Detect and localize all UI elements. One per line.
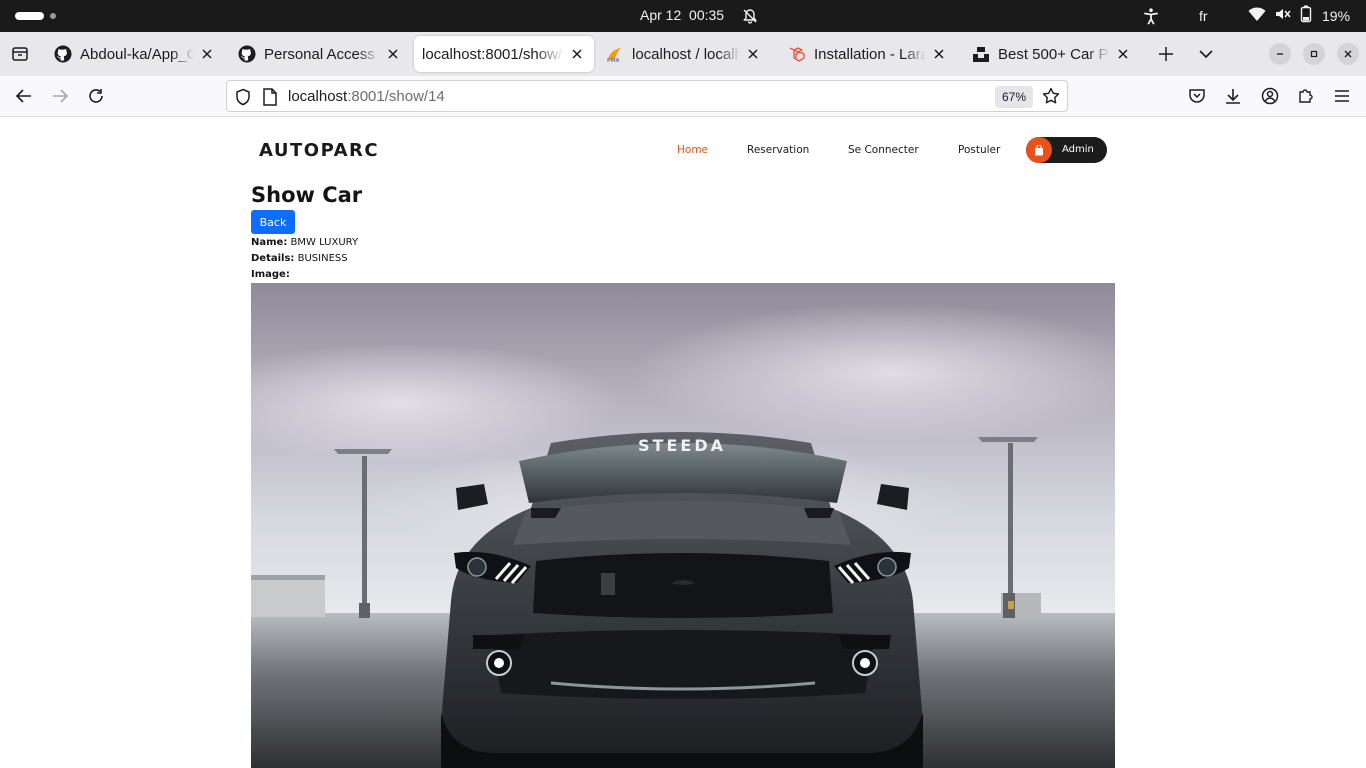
reload-button[interactable] <box>80 80 112 112</box>
downloads-button[interactable] <box>1217 80 1249 112</box>
clock[interactable]: Apr 12 00:35 <box>640 7 724 23</box>
close-window-button[interactable] <box>1337 43 1359 65</box>
app-menu-button[interactable] <box>1326 80 1358 112</box>
tab-title: Best 500+ Car Photos <box>998 45 1110 63</box>
address-bar[interactable]: localhost:8001/show/14 67% <box>226 80 1068 112</box>
shield-icon[interactable] <box>234 88 252 110</box>
nav-link-reservation[interactable]: Reservation <box>747 144 809 156</box>
account-button[interactable] <box>1254 80 1286 112</box>
nav-link-login[interactable]: Se Connecter <box>848 144 919 156</box>
tab-title: Personal Access Tokens <box>264 45 380 63</box>
battery-icon <box>1300 5 1312 27</box>
tab-localhost-show[interactable]: localhost:8001/show/14 <box>414 36 594 72</box>
unsplash-icon <box>972 45 990 63</box>
minimize-icon <box>1277 53 1283 55</box>
keyboard-language[interactable]: fr <box>1199 6 1208 26</box>
system-top-bar: Apr 12 00:35 fr 19% <box>0 0 1366 32</box>
tab-phpmyadmin[interactable]: PMA localhost / localhost <box>598 36 770 72</box>
car-details-value: BUSINESS <box>297 253 348 264</box>
car-image-label: Image: <box>251 269 290 280</box>
bookmark-star-icon[interactable] <box>1042 87 1060 109</box>
list-all-tabs-button[interactable] <box>1190 38 1222 70</box>
back-nav-button[interactable] <box>8 80 40 112</box>
firefox-view-button[interactable] <box>4 38 36 70</box>
car-name-label: Name: <box>251 237 288 248</box>
tab-laravel-installation[interactable]: Installation - Laravel <box>780 36 956 72</box>
system-status-area[interactable]: 19% <box>1248 5 1351 27</box>
close-icon[interactable] <box>1114 45 1132 63</box>
zoom-level-button[interactable]: 67% <box>995 86 1033 108</box>
car-image-field: Image: <box>251 269 290 280</box>
url-text[interactable]: localhost:8001/show/14 <box>288 88 445 105</box>
github-icon <box>238 45 256 63</box>
account-icon <box>1261 87 1279 105</box>
car-details-field: Details: BUSINESS <box>251 253 348 264</box>
close-icon[interactable] <box>384 45 402 63</box>
tab-title: localhost:8001/show/14 <box>422 45 564 63</box>
shopping-bag-icon <box>1026 137 1052 163</box>
close-icon[interactable] <box>930 45 948 63</box>
url-path: :8001/show/14 <box>347 88 445 105</box>
tab-title: localhost / localhost <box>632 45 740 63</box>
arrow-left-icon <box>15 89 31 103</box>
url-host: localhost <box>288 88 348 105</box>
windshield-banner: STEEDA <box>638 436 726 455</box>
nav-link-home[interactable]: Home <box>677 144 708 156</box>
new-tab-button[interactable] <box>1150 38 1182 70</box>
close-icon[interactable] <box>744 45 762 63</box>
page-icon[interactable] <box>262 88 278 110</box>
pocket-button[interactable] <box>1181 80 1213 112</box>
nav-link-postuler[interactable]: Postuler <box>958 144 1000 156</box>
accessibility-icon[interactable] <box>1142 6 1160 26</box>
arrow-right-icon <box>53 89 69 103</box>
github-icon <box>54 45 72 63</box>
close-icon[interactable] <box>198 45 216 63</box>
phpmyadmin-icon: PMA <box>606 45 624 63</box>
close-icon <box>1344 50 1352 58</box>
firefox-view-icon <box>12 47 28 61</box>
laravel-icon <box>788 45 806 63</box>
page-title: Show Car <box>251 183 363 207</box>
plus-icon <box>1159 47 1173 61</box>
close-icon[interactable] <box>568 45 586 63</box>
wifi-icon <box>1248 6 1266 26</box>
browser-navigation-bar: localhost:8001/show/14 67% <box>0 76 1366 117</box>
admin-label: Admin <box>1062 144 1094 155</box>
hamburger-menu-icon <box>1335 90 1349 102</box>
tab-github-repo[interactable]: Abdoul-ka/App_Gestion <box>46 36 224 72</box>
download-icon <box>1226 89 1240 104</box>
tab-personal-access-tokens[interactable]: Personal Access Tokens <box>230 36 410 72</box>
puzzle-icon <box>1299 89 1313 103</box>
grille <box>533 553 833 618</box>
site-brand[interactable]: AUTOPARC <box>259 140 379 161</box>
clock-time: 00:35 <box>689 7 725 23</box>
tab-car-photos[interactable]: Best 500+ Car Photos <box>964 36 1140 72</box>
pocket-icon <box>1189 89 1205 103</box>
admin-button[interactable]: Admin <box>1026 137 1107 163</box>
forward-nav-button[interactable] <box>44 80 76 112</box>
car-name-value: BMW LUXURY <box>290 237 359 248</box>
svg-text:PMA: PMA <box>607 58 620 63</box>
tab-title: Abdoul-ka/App_Gestion <box>80 45 194 63</box>
volume-muted-icon <box>1274 6 1292 26</box>
clock-date: Apr 12 <box>640 7 682 23</box>
tab-title: Installation - Laravel <box>814 45 926 63</box>
car-photo: STEEDA <box>251 283 1115 768</box>
notifications-muted-icon[interactable] <box>742 8 758 28</box>
workspace-indicator[interactable] <box>50 13 56 19</box>
car-details-label: Details: <box>251 253 295 264</box>
chevron-down-icon <box>1199 50 1213 59</box>
maximize-button[interactable] <box>1303 43 1325 65</box>
browser-tab-strip: Abdoul-ka/App_Gestion Personal Access To… <box>0 32 1366 76</box>
workspace-indicator-active[interactable] <box>15 12 44 20</box>
restore-icon <box>1310 50 1318 58</box>
back-button[interactable]: Back <box>251 210 295 234</box>
extensions-button[interactable] <box>1290 80 1322 112</box>
web-page: AUTOPARC Home Reservation Se Connecter P… <box>0 117 1366 768</box>
reload-icon <box>89 89 103 103</box>
minimize-button[interactable] <box>1269 43 1291 65</box>
car-name-field: Name: BMW LUXURY <box>251 237 358 248</box>
battery-percentage: 19% <box>1322 8 1351 24</box>
